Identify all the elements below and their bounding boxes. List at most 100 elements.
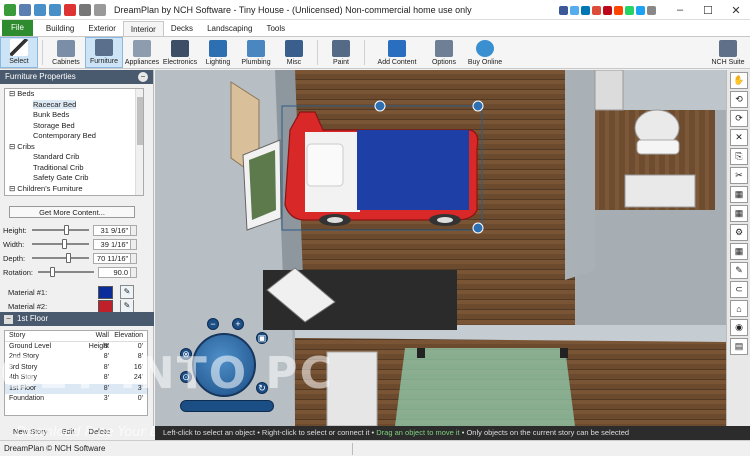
- lighting-button[interactable]: Lighting: [199, 37, 237, 68]
- electronics-button[interactable]: Electronics: [161, 37, 199, 68]
- tree-item[interactable]: Traditional Crib: [5, 163, 143, 174]
- tab-decks[interactable]: Decks: [164, 21, 200, 36]
- appliance-icon: [133, 40, 151, 57]
- social-icon[interactable]: [603, 5, 612, 15]
- tree-category[interactable]: ⊟ Cribs: [5, 142, 143, 153]
- appliances-button[interactable]: Appliances: [123, 37, 161, 68]
- social-icon[interactable]: [625, 5, 634, 15]
- material1-row: Material #1: ✎: [8, 284, 140, 300]
- misc-button[interactable]: Misc: [275, 37, 313, 68]
- depth-input[interactable]: 70 11/16": [92, 252, 132, 264]
- depth-spinner[interactable]: [131, 252, 137, 264]
- social-icon[interactable]: [570, 5, 579, 15]
- gear-icon[interactable]: ⚙: [730, 224, 748, 241]
- furniture-properties-header: Furniture Properties −: [0, 70, 153, 84]
- plumbing-button[interactable]: Plumbing: [237, 37, 275, 68]
- social-icon[interactable]: [647, 5, 656, 15]
- furniture-tree[interactable]: ⊟ Beds Racecar Bed Bunk Beds Storage Bed Cont…: [4, 88, 144, 196]
- width-slider[interactable]: [31, 239, 89, 249]
- copy-icon[interactable]: ⎘: [730, 148, 748, 165]
- cut-icon[interactable]: ✂: [730, 167, 748, 184]
- watermark: GET INTO PC: [0, 348, 334, 399]
- rotation-input[interactable]: 90.0: [97, 266, 132, 278]
- minimize-button[interactable]: –: [666, 0, 694, 20]
- nch-suite-button[interactable]: NCH Suite: [706, 37, 750, 68]
- material1-swatch[interactable]: [98, 285, 113, 299]
- rotation-slider[interactable]: [38, 267, 94, 277]
- tree-category[interactable]: ⊟ Children's Furniture: [5, 184, 143, 195]
- width-input[interactable]: 39 1/16": [92, 238, 132, 250]
- tree-item[interactable]: Bunk Beds: [5, 110, 143, 121]
- tab-tools[interactable]: Tools: [259, 21, 292, 36]
- zoom-in-icon[interactable]: +: [232, 318, 244, 330]
- tree-category[interactable]: ⊟ Beds: [5, 89, 143, 100]
- social-icon[interactable]: [614, 5, 623, 15]
- expander-icon[interactable]: ⊟: [9, 89, 15, 98]
- sink-icon: [247, 40, 265, 57]
- height-input[interactable]: 31 9/16": [92, 224, 132, 236]
- grass-alt-icon[interactable]: ▦: [730, 205, 748, 222]
- furniture-button[interactable]: Furniture: [85, 37, 123, 68]
- tree-scrollbar[interactable]: [135, 89, 143, 195]
- paint-button[interactable]: Paint: [322, 37, 360, 68]
- file-tab[interactable]: File: [2, 20, 33, 36]
- height-spinner[interactable]: [131, 224, 137, 236]
- width-spinner[interactable]: [131, 238, 137, 250]
- social-icon[interactable]: [592, 5, 601, 15]
- lamp-icon: [209, 40, 227, 57]
- tree-item[interactable]: Safety Gate Crib: [5, 173, 143, 184]
- collapse-icon[interactable]: −: [138, 72, 148, 82]
- tab-building[interactable]: Building: [39, 21, 81, 36]
- orbit-icon[interactable]: ⟳: [730, 110, 748, 127]
- tab-exterior[interactable]: Exterior: [81, 21, 123, 36]
- shop-icon[interactable]: ⌂: [730, 300, 748, 317]
- hand-icon[interactable]: ✋: [730, 72, 748, 89]
- tree-item[interactable]: Storage Bed: [5, 121, 143, 132]
- copy-icon[interactable]: [79, 3, 91, 16]
- save-icon[interactable]: [19, 3, 31, 16]
- get-more-content-button[interactable]: Get More Content...: [9, 206, 135, 218]
- tree-item[interactable]: Contemporary Bed: [5, 131, 143, 142]
- material2-swatch[interactable]: [98, 300, 113, 312]
- delete-icon[interactable]: [64, 3, 76, 16]
- expander-icon[interactable]: ⊟: [9, 142, 15, 151]
- eyedropper-icon[interactable]: ✎: [120, 285, 134, 299]
- options-button[interactable]: Options: [425, 37, 463, 68]
- tab-interior[interactable]: Interior: [122, 21, 164, 36]
- select-button[interactable]: Select: [0, 37, 38, 68]
- social-icon[interactable]: [559, 5, 568, 15]
- rotation-spinner[interactable]: [131, 266, 138, 278]
- social-icon[interactable]: [636, 5, 645, 15]
- tree-item[interactable]: Racecar Bed: [5, 99, 143, 111]
- add-content-button[interactable]: Add Content: [369, 37, 425, 68]
- buy-online-button[interactable]: Buy Online: [463, 37, 507, 68]
- render-icon[interactable]: ▤: [730, 338, 748, 355]
- zoom-out-icon[interactable]: −: [207, 318, 219, 330]
- width-row: Width: 39 1/16": [3, 238, 137, 250]
- depth-slider[interactable]: [31, 253, 89, 263]
- maximize-button[interactable]: ☐: [694, 0, 722, 20]
- magnet-icon[interactable]: ⊂: [730, 281, 748, 298]
- tab-landscaping[interactable]: Landscaping: [200, 21, 259, 36]
- grid-icon[interactable]: ▦: [730, 243, 748, 260]
- collapse-icon[interactable]: −: [4, 315, 13, 324]
- delete-icon[interactable]: ✕: [730, 129, 748, 146]
- eyedropper-icon[interactable]: ✎: [120, 300, 134, 312]
- zoom-slider[interactable]: [180, 400, 274, 412]
- social-icon[interactable]: [581, 5, 590, 15]
- rotate-icon[interactable]: ⟲: [730, 91, 748, 108]
- redo-icon[interactable]: [49, 3, 61, 16]
- cabinets-button[interactable]: Cabinets: [47, 37, 85, 68]
- tree-item[interactable]: Standard Crib: [5, 152, 143, 163]
- menu-bar: File Building Exterior Interior Decks La…: [0, 20, 750, 37]
- expander-icon[interactable]: ⊟: [9, 184, 15, 193]
- camera-icon[interactable]: ▣: [256, 332, 268, 344]
- camera-icon[interactable]: ◉: [730, 319, 748, 336]
- close-button[interactable]: ✕: [722, 0, 750, 20]
- grass-icon[interactable]: ▦: [730, 186, 748, 203]
- height-slider[interactable]: [31, 225, 89, 235]
- undo-icon[interactable]: [34, 3, 46, 16]
- dropdown-icon[interactable]: [94, 3, 106, 16]
- paint-icon[interactable]: ✎: [730, 262, 748, 279]
- tree-item[interactable]: Toy Chest: [5, 194, 143, 195]
